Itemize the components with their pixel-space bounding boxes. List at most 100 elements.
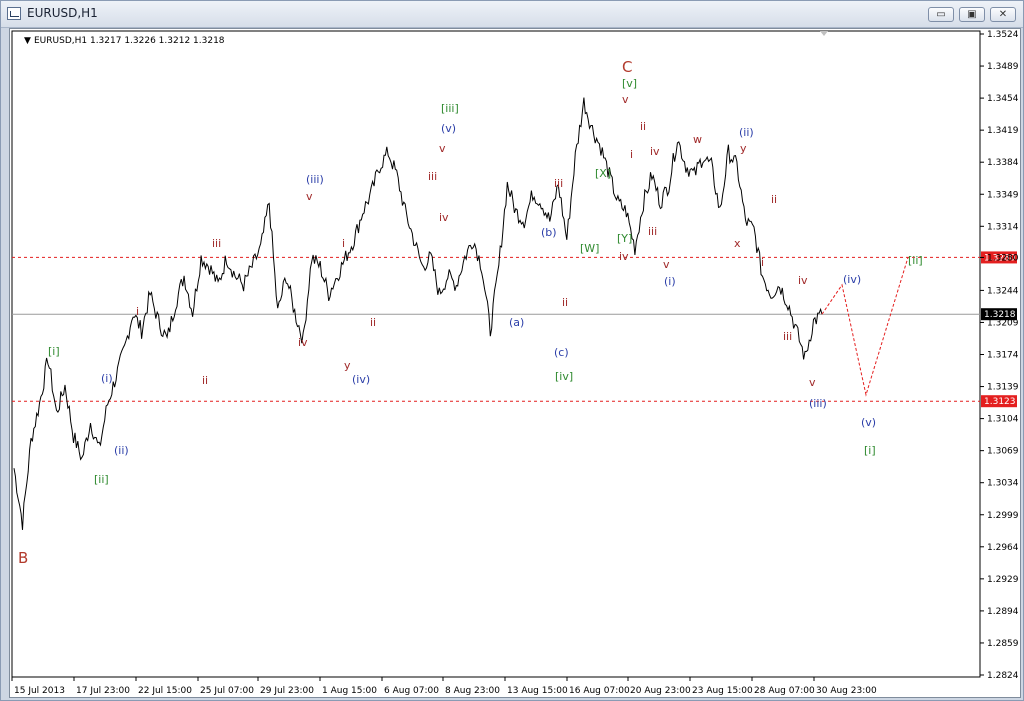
window-title: EURUSD,H1 [27,6,98,20]
wave-label: iii [554,177,563,190]
y-tick-label: 1.3280 [987,253,1019,263]
wave-label: [Y] [617,232,632,245]
wave-label: [ii] [94,473,109,486]
x-tick-label: 6 Aug 07:00 [384,686,439,696]
minimize-button[interactable]: ▭ [928,7,954,22]
wave-label: iii [428,170,437,183]
chart-area[interactable]: ▼ EURUSD,H1 1.3217 1.3226 1.3212 1.3218 … [9,28,1021,698]
y-tick-label: 1.3244 [987,286,1019,296]
wave-label: (ii) [739,126,754,139]
x-tick-label: 30 Aug 23:00 [816,686,877,696]
wave-label: (iii) [809,397,827,410]
price-axis: 1.3524 1.3489 1.3454 1.3419 1.3384 1.3349 1.33… [980,30,1019,681]
x-tick-label: 25 Jul 07:00 [200,686,254,696]
wave-label: iii [783,330,792,343]
wave-label: (c) [554,346,569,359]
x-tick-label: 28 Aug 07:00 [754,686,815,696]
wave-label: i [630,148,633,161]
x-tick-label: 20 Aug 23:00 [630,686,691,696]
y-tick-label: 1.3454 [987,94,1019,104]
wave-label: (iv) [352,373,370,386]
wave-label: v [809,376,816,389]
restore-button[interactable]: ▣ [959,7,985,22]
wave-label: iv [619,250,629,263]
wave-label: [v] [622,77,637,90]
y-tick-label: 1.3489 [987,62,1019,72]
y-tick-label: 1.3524 [987,30,1019,40]
wave-label: i [761,256,764,269]
y-tick-label: 1.2929 [987,575,1019,585]
price-chart[interactable]: ▼ EURUSD,H1 1.3217 1.3226 1.3212 1.3218 … [10,29,1020,697]
y-tick-label: 1.2859 [987,639,1019,649]
wave-label: [W] [580,242,599,255]
y-tick-label: 1.3314 [987,222,1019,232]
y-tick-label: 1.2894 [987,607,1019,617]
y-tick-label: 1.2824 [987,671,1019,681]
x-tick-label: 23 Aug 15:00 [692,686,753,696]
wave-label: iii [648,225,657,238]
wave-label: iv [650,145,660,158]
wave-label: iv [798,274,808,287]
wave-label: ii [562,296,568,309]
chart-window: EURUSD,H1 ▭ ▣ ✕ ▼ EURUSD,H1 1.3217 1.322… [0,0,1024,701]
wave-label: v [306,190,313,203]
wave-label: [iv] [555,370,573,383]
wave-label: (i) [664,275,676,288]
wave-label: (v) [861,416,876,429]
y-tick-label: 1.2964 [987,543,1019,553]
price-level-label: 1.3123 [984,397,1016,407]
x-tick-label: 16 Aug 07:00 [569,686,630,696]
y-tick-label: 1.3174 [987,351,1019,361]
x-tick-label: 1 Aug 15:00 [322,686,377,696]
y-tick-label: 1.3104 [987,415,1019,425]
wave-label: ii [370,316,376,329]
x-tick-label: 29 Jul 23:00 [260,686,314,696]
wave-label: v [439,142,446,155]
x-tick-label: 22 Jul 15:00 [138,686,192,696]
plot-frame [11,30,981,678]
wave-label: (i) [101,372,113,385]
x-tick-label: 17 Jul 23:00 [76,686,130,696]
wave-label: [ii] [908,254,923,267]
wave-label: C [622,58,632,76]
y-tick-label: 1.3139 [987,383,1019,393]
y-tick-label: 1.3034 [987,479,1019,489]
wave-label: v [622,93,629,106]
wave-label: iv [439,211,449,224]
wave-label: [iii] [441,102,459,115]
wave-label: (a) [509,316,524,329]
wave-label: ii [640,120,646,133]
y-tick-label: 1.2999 [987,511,1019,521]
wave-label: ii [202,374,208,387]
time-axis: 15 Jul 2013 17 Jul 23:00 22 Jul 15:00 25 Ju… [11,677,877,696]
wave-label: [X] [595,167,611,180]
wave-label: i [342,237,345,250]
close-button[interactable]: ✕ [990,7,1016,22]
wave-label: i [136,305,139,318]
wave-label: (v) [441,122,456,135]
wave-label: [i] [864,444,876,457]
x-tick-label: 15 Jul 2013 [14,686,65,696]
chart-menu-arrow[interactable]: ▼ [24,36,31,46]
wave-label: v [663,258,670,271]
wave-label: y [740,142,747,155]
y-tick-label: 1.3384 [987,158,1019,168]
wave-label: B [18,549,28,567]
wave-label: x [734,237,741,250]
wave-label: [i] [48,345,60,358]
wave-label: (b) [541,226,557,239]
x-tick-label: 13 Aug 15:00 [507,686,568,696]
wave-label: y [344,359,351,372]
y-tick-label: 1.3349 [987,190,1019,200]
wave-label: w [693,133,702,146]
wave-label: iv [298,336,308,349]
y-tick-label: 1.3069 [987,447,1019,457]
wave-label: iii [212,237,221,250]
wave-label: (ii) [114,444,129,457]
chart-window-icon [7,7,21,20]
wave-label: (iv) [843,273,861,286]
y-tick-label: 1.3419 [987,126,1019,136]
wave-label: ii [771,193,777,206]
chart-header-text: EURUSD,H1 1.3217 1.3226 1.3212 1.3218 [34,36,225,46]
window-titlebar[interactable]: EURUSD,H1 ▭ ▣ ✕ [1,1,1023,28]
